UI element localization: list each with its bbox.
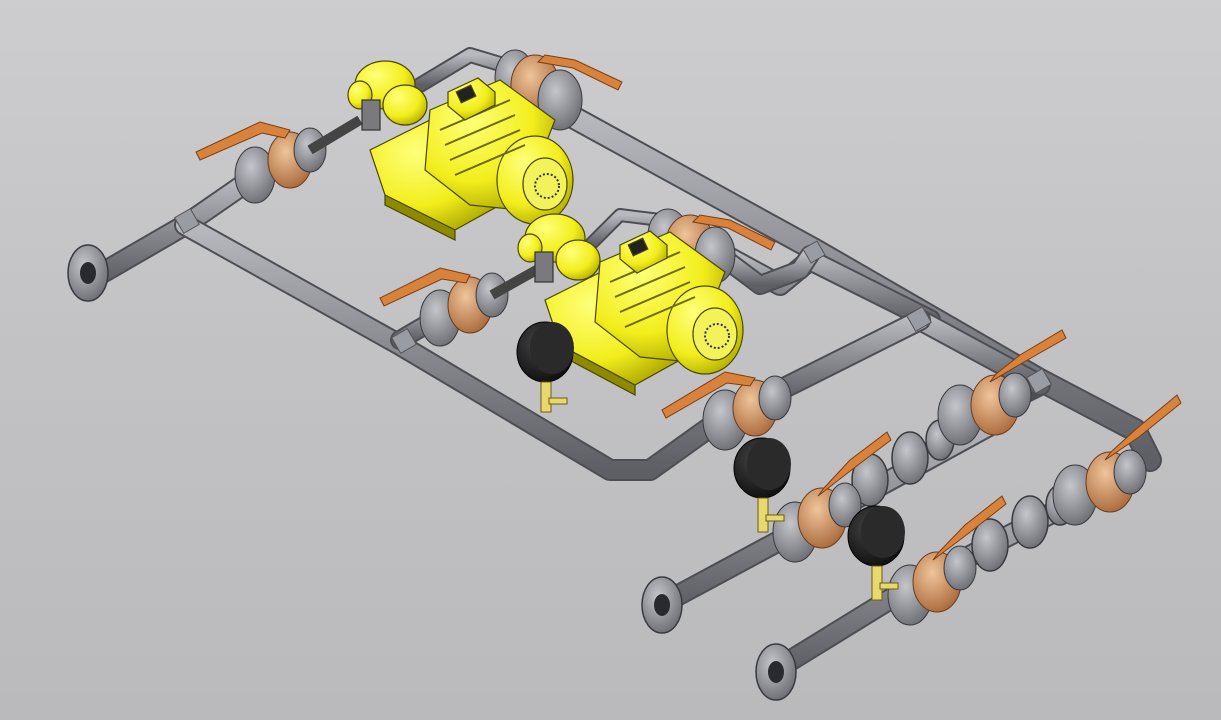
pressure-gauge-2[interactable] (733, 437, 791, 533)
flange-outlet-2[interactable] (755, 643, 797, 701)
pipeline-model[interactable] (0, 0, 1221, 720)
gear-pump[interactable] (347, 60, 428, 131)
cad-3d-viewport[interactable] (0, 0, 1221, 720)
pressure-gauge-1[interactable] (516, 321, 574, 413)
flange-outlet-1[interactable] (641, 576, 683, 634)
pressure-gauge-3[interactable] (847, 505, 905, 601)
flange-inlet-left[interactable] (67, 244, 109, 302)
